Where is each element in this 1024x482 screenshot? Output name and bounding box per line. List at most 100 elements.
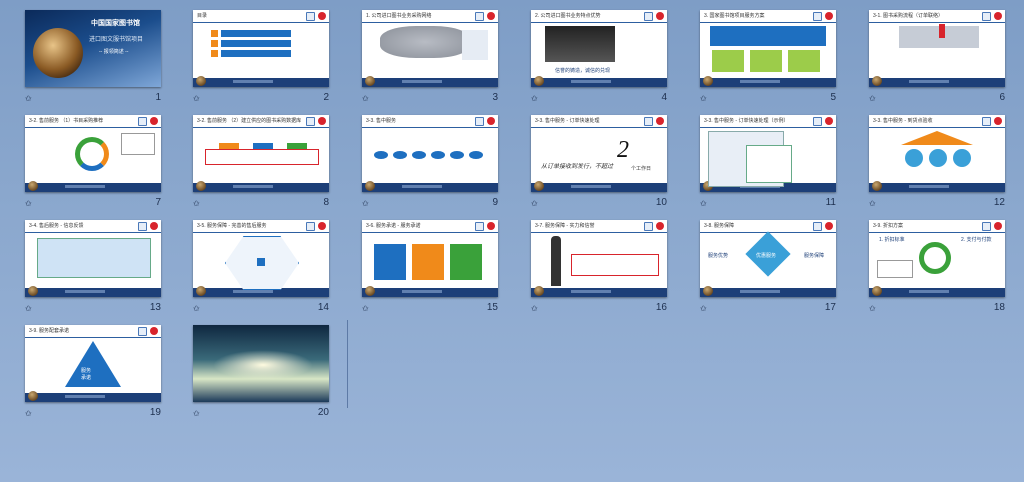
slide-thumbnail-7[interactable]: 3-2. 售前服务 （1）书目采购推荐 (25, 115, 161, 192)
slide-thumbnail-3[interactable]: 1. 公司进口图书业务采购网络 (362, 10, 498, 87)
brand-icon (150, 117, 158, 125)
brand-icon (825, 117, 833, 125)
slide-transition-icon[interactable]: ✩ (362, 304, 369, 313)
plan-box (788, 50, 820, 72)
slide-thumbnail-9[interactable]: 3-3. 售中服务 (362, 115, 498, 192)
globe-icon (196, 181, 206, 191)
footer-text (571, 80, 611, 83)
slide-transition-icon[interactable]: ✩ (531, 199, 538, 208)
slide-footer (362, 181, 498, 192)
unit-text: 个工作日 (631, 166, 652, 172)
slide-footer (869, 76, 1005, 87)
slide-title: 3-3. 售中服务 - 订单快速处理 (535, 118, 600, 124)
slide-transition-icon[interactable]: ✩ (700, 94, 707, 103)
slide-transition-icon[interactable]: ✩ (193, 304, 200, 313)
slide-header: 1. 公司进口图书业务采购网络 (362, 10, 498, 22)
slide-transition-icon[interactable]: ✩ (869, 304, 876, 313)
slide-footer (193, 76, 329, 87)
slide-thumbnail-1[interactable]: 中国国家图书馆 进口图文服书馆项目 -- 报领简述 -- (25, 10, 161, 87)
slide-thumbnail-14[interactable]: 3-5. 服务保障 - 完善的售后服务 (193, 220, 329, 297)
slide-thumbnail-8[interactable]: 3-2. 售前服务 （2）建立供应的图书采购数据库 (193, 115, 329, 192)
slide-footer (531, 181, 667, 192)
slide-transition-icon[interactable]: ✩ (25, 94, 32, 103)
logo-icon (813, 117, 822, 126)
slide-thumbnail-18[interactable]: 3-9. 折扣方案 1. 折扣标准 2. 支付与付款 (869, 220, 1005, 297)
world-map (380, 26, 470, 58)
logo-icon (982, 12, 991, 21)
slide-footer (531, 76, 667, 87)
slide-number: 2 (323, 92, 329, 103)
slide-thumbnail-4[interactable]: 2. 公司进口图书业务特点优势 信誉的铸造，诚信的兑现 (531, 10, 667, 87)
logo-icon (475, 117, 484, 126)
slide-transition-icon[interactable]: ✩ (193, 199, 200, 208)
slide-title: 3. 国家图书馆项目服务方案 (704, 13, 765, 19)
slide-thumbnail-15[interactable]: 3-6. 服务承诺 - 服务承诺 (362, 220, 498, 297)
cover-subtitle: 进口图文服书馆项目 (89, 37, 144, 43)
slide-transition-icon[interactable]: ✩ (700, 199, 707, 208)
footer-text (571, 185, 611, 188)
slide-transition-icon[interactable]: ✩ (531, 94, 538, 103)
slide-transition-icon[interactable]: ✩ (869, 94, 876, 103)
slide-header: 3-1. 图书采购流程（订单联络） (869, 10, 1005, 22)
globe-icon (872, 286, 882, 296)
slide-title: 3-9. 服务配套承诺 (29, 328, 70, 334)
slide-transition-icon[interactable]: ✩ (193, 409, 200, 418)
slide-number: 6 (999, 92, 1005, 103)
brand-icon (994, 222, 1002, 230)
slide-title: 3-3. 售中服务 - 到货点验收 (873, 118, 933, 124)
slide-transition-icon[interactable]: ✩ (25, 409, 32, 418)
globe-icon (872, 181, 882, 191)
logo-icon (306, 117, 315, 126)
slide-title: 3-2. 售前服务 （2）建立供应的图书采购数据库 (197, 118, 302, 124)
slide-transition-icon[interactable]: ✩ (362, 199, 369, 208)
slide-number: 18 (993, 302, 1005, 313)
slide-thumbnail-13[interactable]: 3-4. 售后服务 - 信息反馈 (25, 220, 161, 297)
light-glow (213, 350, 313, 380)
slide-footer (362, 76, 498, 87)
slide-thumbnail-11[interactable]: 3-3. 售中服务 - 订单快速处理（示例） (700, 115, 836, 192)
slide-transition-icon[interactable]: ✩ (531, 304, 538, 313)
footer-text (233, 290, 273, 293)
plan-box (750, 50, 782, 72)
slide-thumbnail-17[interactable]: 3-8. 服务保障 服务优势 优惠服务 服务保障 (700, 220, 836, 297)
slide-footer (25, 286, 161, 297)
brand-icon (150, 327, 158, 335)
slide-thumbnail-16[interactable]: 3-7. 服务保障 - 实力和信誉 (531, 220, 667, 297)
footer-text (402, 80, 442, 83)
slide-header: 3. 国家图书馆项目服务方案 (700, 10, 836, 22)
brand-icon (994, 12, 1002, 20)
slide-transition-icon[interactable]: ✩ (869, 199, 876, 208)
logo-icon (475, 12, 484, 21)
slide-thumbnail-6[interactable]: 3-1. 图书采购流程（订单联络） (869, 10, 1005, 87)
slide-header: 2. 公司进口图书业务特点优势 (531, 10, 667, 22)
slide-transition-icon[interactable]: ✩ (362, 94, 369, 103)
step-node (374, 151, 388, 159)
globe-icon (28, 181, 38, 191)
toc-item (221, 30, 291, 37)
slide-header: 3-3. 售中服务 - 订单快速处理 (531, 115, 667, 127)
promise-card (450, 244, 482, 280)
slide-footer (362, 286, 498, 297)
slide-number: 4 (661, 92, 667, 103)
slide-header: 3-3. 售中服务 (362, 115, 498, 127)
slide-number: 12 (993, 197, 1005, 208)
cycle-diagram (75, 137, 109, 171)
slide-transition-icon[interactable]: ✩ (700, 304, 707, 313)
slide-transition-icon[interactable]: ✩ (193, 94, 200, 103)
brand-icon (487, 222, 495, 230)
data-table (121, 133, 155, 155)
slide-thumbnail-20[interactable] (193, 325, 329, 402)
globe-image (33, 28, 83, 78)
triangle-label: 服务 承诺 (81, 368, 92, 381)
slide-thumbnail-2[interactable]: 目录 (193, 10, 329, 87)
slide-number: 17 (824, 302, 836, 313)
slide-thumbnail-10[interactable]: 3-3. 售中服务 - 订单快速处理 从订单接收到发行，不超过 2 个工作日 (531, 115, 667, 192)
slide-thumbnail-5[interactable]: 3. 国家图书馆项目服务方案 (700, 10, 836, 87)
slide-thumbnail-12[interactable]: 3-3. 售中服务 - 到货点验收 (869, 115, 1005, 192)
slide-title: 3-4. 售后服务 - 信息反馈 (29, 223, 84, 229)
slide-transition-icon[interactable]: ✩ (25, 304, 32, 313)
slide-thumbnail-19[interactable]: 3-9. 服务配套承诺服务 承诺 (25, 325, 161, 402)
globe-icon (534, 286, 544, 296)
slide-footer (25, 181, 161, 192)
slide-transition-icon[interactable]: ✩ (25, 199, 32, 208)
